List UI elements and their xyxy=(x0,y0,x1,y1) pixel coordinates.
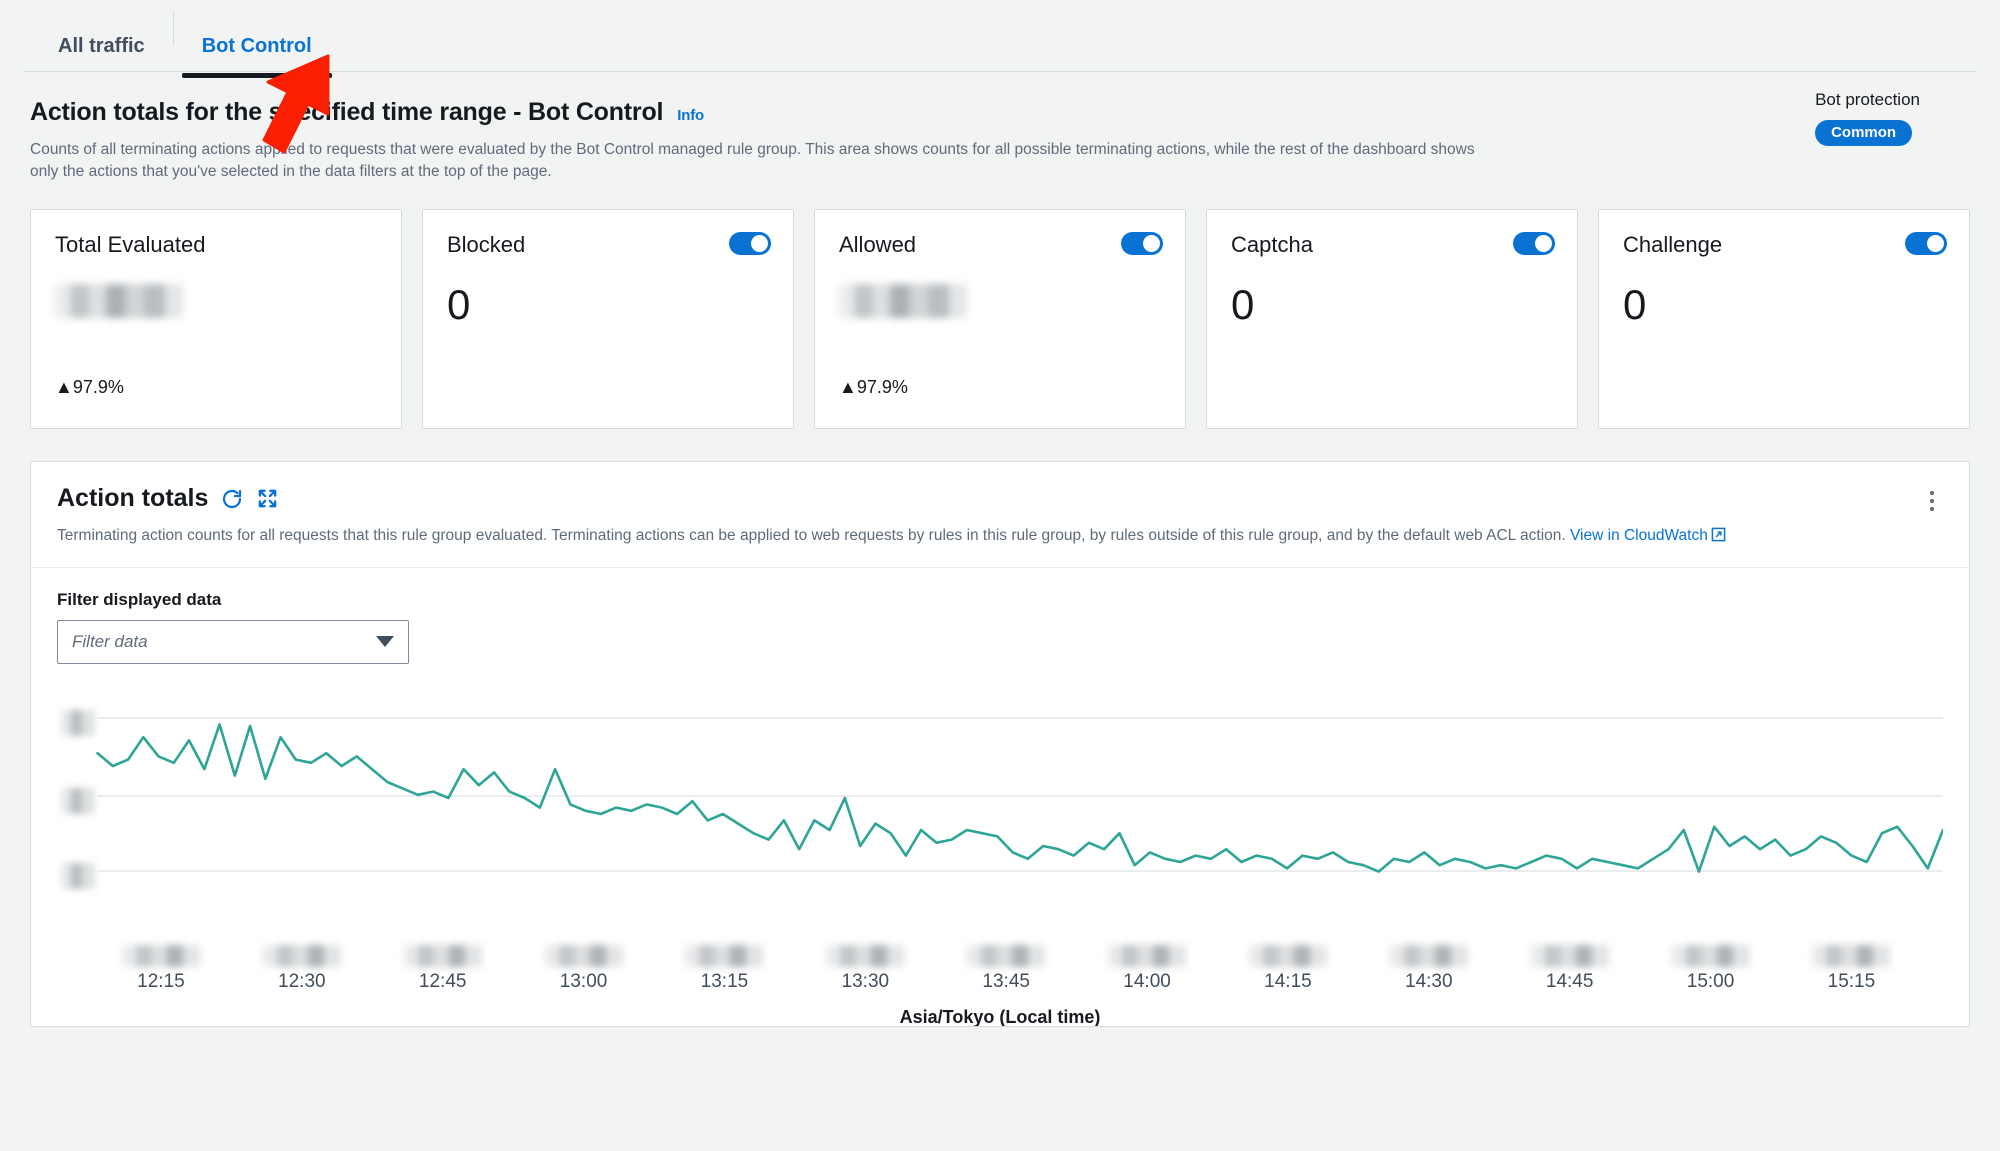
x-axis-tick: 13:00 xyxy=(544,944,623,993)
bot-protection-block: Bot protection Common xyxy=(1815,90,1920,146)
x-axis-date-redacted xyxy=(1671,944,1750,967)
page-description: Counts of all terminating actions applie… xyxy=(30,141,1475,180)
filter-data-placeholder: Filter data xyxy=(72,631,148,651)
x-axis-tick-label: 13:00 xyxy=(559,970,608,992)
metric-card-value: 0 xyxy=(1231,281,1255,328)
tab-bot-control[interactable]: Bot Control xyxy=(174,36,340,78)
x-axis-date-redacted xyxy=(403,944,482,967)
refresh-icon[interactable] xyxy=(220,487,244,511)
x-axis-date-redacted xyxy=(544,944,623,967)
metric-card-delta: ▲97.9% xyxy=(55,377,124,397)
x-axis-tick-list: 12:15 12:30 12:45 13:00 13:15 13:30 13:45 14:00… xyxy=(57,944,1943,1005)
x-axis-tick: 12:30 xyxy=(262,944,341,993)
y-axis-label-redacted xyxy=(61,709,95,736)
x-axis-tick-label: 13:30 xyxy=(841,970,890,992)
metric-card-challenge: Challenge 0 xyxy=(1598,209,1970,429)
page-header: Action totals for the specified time ran… xyxy=(0,72,2000,183)
panel-title: Action totals xyxy=(57,484,1943,513)
x-axis-tick-label: 15:00 xyxy=(1686,970,1735,992)
metric-card-captcha: Captcha 0 xyxy=(1206,209,1578,429)
x-axis-tick-label: 14:00 xyxy=(1123,970,1171,992)
tab-bar: All traffic Bot Control xyxy=(0,0,2000,78)
chart-gridlines xyxy=(97,716,1943,872)
x-axis-tick: 13:15 xyxy=(685,944,764,993)
tab-list: All traffic Bot Control xyxy=(0,0,2000,78)
chart-plot-area xyxy=(96,716,1943,873)
expand-icon[interactable] xyxy=(256,487,279,510)
panel-description: Terminating action counts for all reques… xyxy=(57,525,1943,549)
x-axis-tick-label: 12:45 xyxy=(418,970,467,992)
x-axis-date-redacted xyxy=(1389,944,1468,967)
metric-card-list: Total Evaluated ▲97.9% Blocked 0 Allowed… xyxy=(0,183,2000,429)
x-axis-tick: 13:45 xyxy=(967,944,1046,993)
x-axis-date-redacted xyxy=(1530,944,1609,967)
x-axis-tick: 14:45 xyxy=(1530,944,1609,993)
page-title-text: Action totals for the specified time ran… xyxy=(30,98,664,126)
metric-card-blocked: Blocked 0 xyxy=(422,209,794,429)
panel-header: Action totals Terminating action counts … xyxy=(31,462,1969,568)
x-axis-date-redacted xyxy=(685,944,764,967)
chart-series-allowed xyxy=(96,722,1943,873)
filter-data-select[interactable]: Filter data xyxy=(57,619,409,664)
metric-card-value-redacted xyxy=(55,284,183,318)
x-axis-date-redacted xyxy=(121,944,200,967)
x-axis-tick-label: 12:15 xyxy=(137,970,185,992)
x-axis-date-redacted xyxy=(967,944,1046,967)
bot-protection-badge: Common xyxy=(1815,120,1913,146)
chevron-down-icon xyxy=(376,636,394,648)
metric-card-title: Challenge xyxy=(1623,232,1723,257)
x-axis-date-redacted xyxy=(826,944,905,967)
panel-description-text: Terminating action counts for all reques… xyxy=(57,527,1570,544)
action-totals-panel: Action totals Terminating action counts … xyxy=(30,461,1970,1027)
x-axis-tick-label: 12:30 xyxy=(278,970,326,992)
x-axis-date-redacted xyxy=(1248,944,1327,967)
view-in-cloudwatch-link[interactable]: View in CloudWatch xyxy=(1570,527,1726,544)
x-axis-tick: 14:30 xyxy=(1389,944,1468,993)
x-axis-date-redacted xyxy=(1108,944,1187,967)
x-axis-tick-label: 14:15 xyxy=(1264,970,1312,992)
x-axis-tick: 14:00 xyxy=(1108,944,1187,993)
metric-card-allowed: Allowed ▲97.9% xyxy=(814,209,1186,429)
metric-toggle-allowed[interactable] xyxy=(1121,232,1163,255)
panel-title-text: Action totals xyxy=(57,484,209,512)
metric-card-value: 0 xyxy=(1623,281,1647,328)
metric-card-delta: ▲97.9% xyxy=(839,377,908,397)
metric-toggle-challenge[interactable] xyxy=(1905,232,1947,255)
x-axis-tick-label: 14:45 xyxy=(1545,970,1594,992)
external-link-icon xyxy=(1711,527,1726,549)
action-totals-chart: 12:15 12:30 12:45 13:00 13:15 13:30 13:45 14:00… xyxy=(57,708,1943,1026)
x-axis-title: Asia/Tokyo (Local time) xyxy=(899,1006,1101,1027)
page-title: Action totals for the specified time ran… xyxy=(30,98,1970,127)
cloudwatch-link-text: View in CloudWatch xyxy=(1570,527,1708,544)
metric-card-value-redacted xyxy=(839,284,967,318)
panel-body: Filter displayed data Filter data 12:15 1… xyxy=(31,568,1969,1026)
x-axis-tick: 15:00 xyxy=(1671,944,1750,993)
metric-card-title: Total Evaluated xyxy=(55,232,206,257)
metric-toggle-captcha[interactable] xyxy=(1513,232,1555,255)
x-axis-date-redacted xyxy=(1812,944,1891,967)
metric-toggle-blocked[interactable] xyxy=(729,232,771,255)
x-axis-tick-label: 15:15 xyxy=(1827,970,1876,992)
x-axis-tick-label: 14:30 xyxy=(1405,970,1453,992)
x-axis-tick: 13:30 xyxy=(826,944,905,993)
metric-card-title: Captcha xyxy=(1231,232,1313,257)
x-axis-tick-label: 13:15 xyxy=(700,970,749,992)
y-axis-label-redacted xyxy=(61,862,95,889)
x-axis-tick: 12:15 xyxy=(121,944,200,993)
x-axis-tick: 14:15 xyxy=(1248,944,1327,993)
metric-card-title: Blocked xyxy=(447,232,526,257)
x-axis-date-redacted xyxy=(262,944,341,967)
tab-all-traffic[interactable]: All traffic xyxy=(30,36,173,72)
filter-label: Filter displayed data xyxy=(57,589,222,609)
metric-card-total-evaluated: Total Evaluated ▲97.9% xyxy=(30,209,402,429)
y-axis-label-redacted xyxy=(61,787,95,814)
x-axis-tick: 12:45 xyxy=(403,944,482,993)
x-axis-tick: 15:15 xyxy=(1812,944,1891,993)
metric-card-title: Allowed xyxy=(839,232,917,257)
more-options-icon[interactable] xyxy=(1921,486,1943,516)
x-axis-tick-label: 13:45 xyxy=(982,970,1030,992)
info-link[interactable]: Info xyxy=(677,107,704,124)
bot-protection-label: Bot protection xyxy=(1815,90,1920,109)
metric-card-value: 0 xyxy=(447,281,471,328)
